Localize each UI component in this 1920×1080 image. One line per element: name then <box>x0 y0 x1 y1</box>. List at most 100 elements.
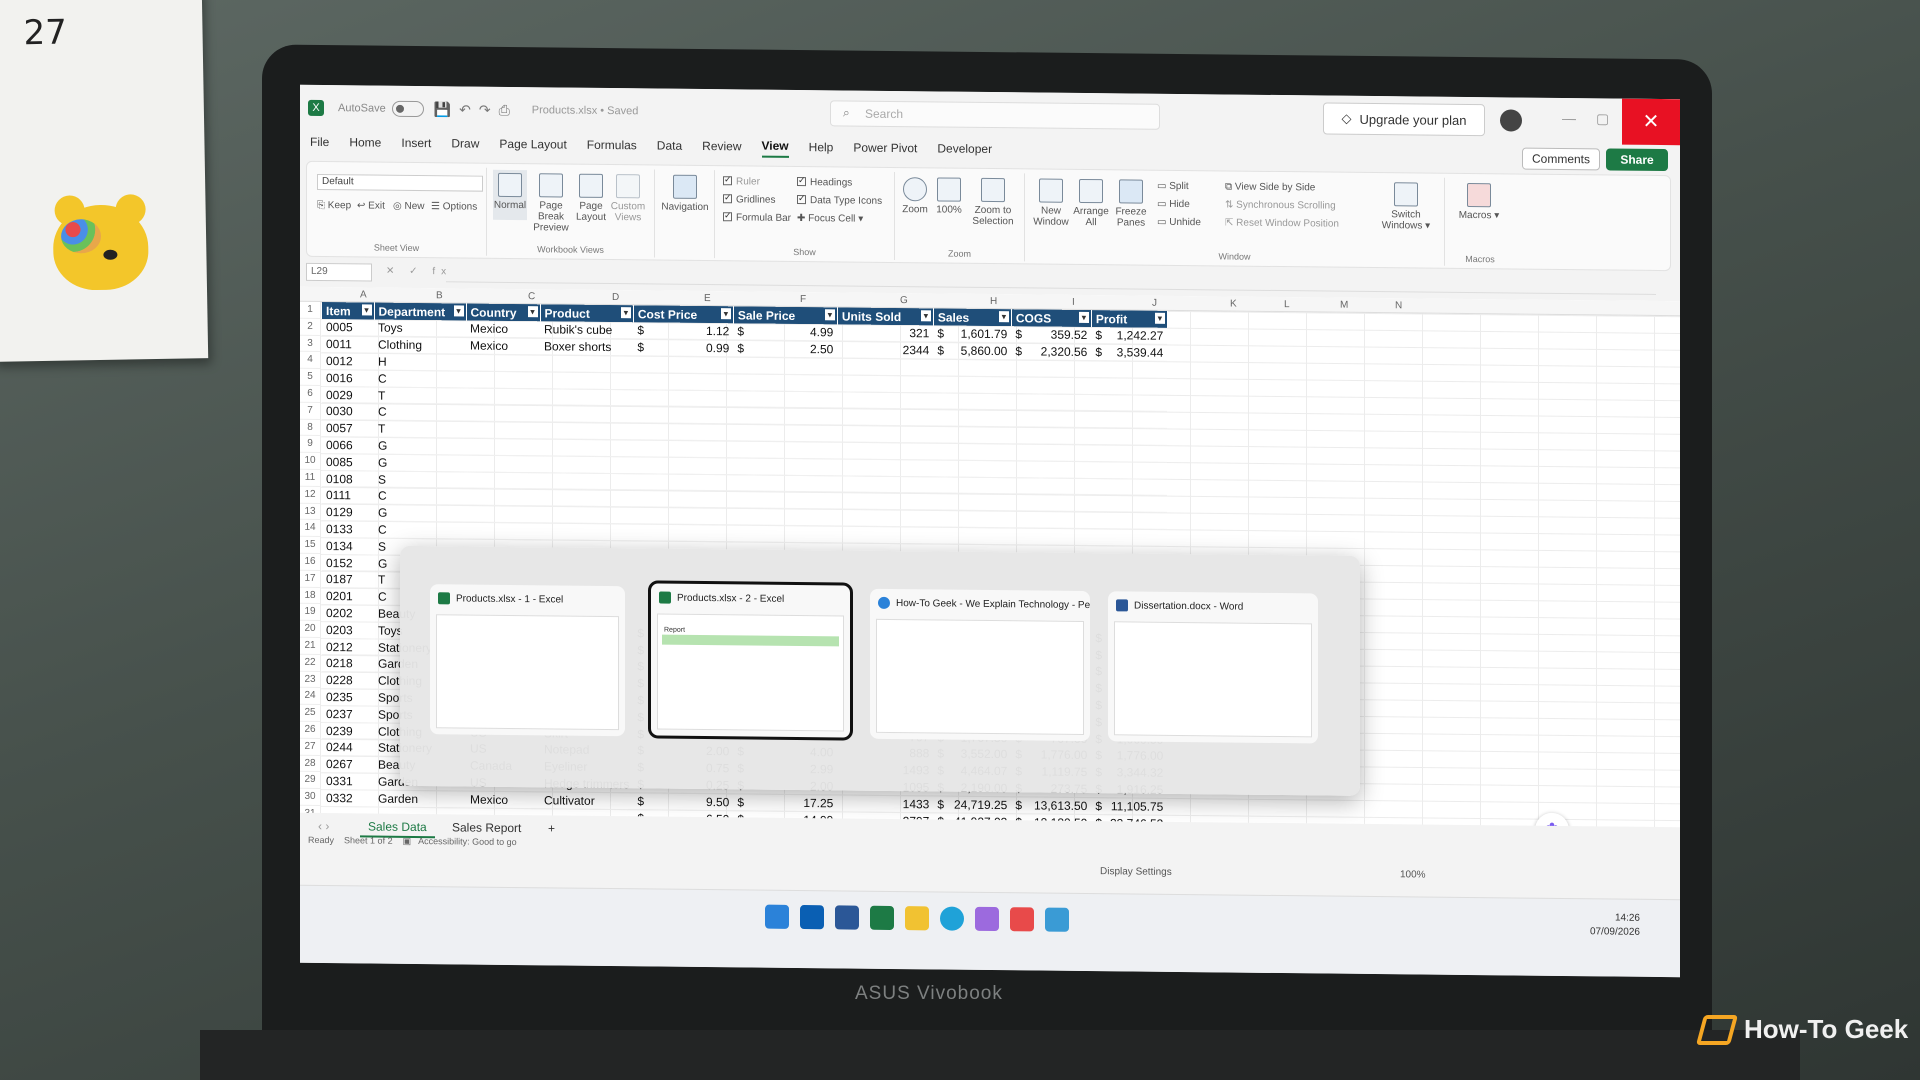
row-header[interactable]: 16 <box>300 553 320 571</box>
table-cell[interactable] <box>1091 511 1168 530</box>
header-cell[interactable]: Country <box>466 303 540 322</box>
table-cell[interactable] <box>837 441 934 460</box>
table-cell[interactable]: 0331 <box>322 772 374 790</box>
header-cell[interactable]: Item <box>322 302 374 320</box>
maximize-icon[interactable]: ▢ <box>1596 110 1609 127</box>
macros-button[interactable]: Macros ▾ <box>1455 182 1503 222</box>
table-cell[interactable]: 0237 <box>322 705 374 723</box>
row-header[interactable]: 6 <box>300 385 320 403</box>
table-cell[interactable]: $13,613.50 <box>1011 796 1092 815</box>
switcher-card-edge[interactable]: How-To Geek - We Explain Technology - Pe… <box>870 588 1090 742</box>
avatar[interactable] <box>1500 109 1522 132</box>
table-cell[interactable]: 2344 <box>837 341 934 360</box>
table-cell[interactable] <box>466 387 540 406</box>
table-cell[interactable] <box>633 355 734 374</box>
table-cell[interactable]: G <box>374 437 466 455</box>
table-cell[interactable]: $5,860.00 <box>933 342 1012 360</box>
table-cell[interactable] <box>540 438 634 457</box>
table-cell[interactable]: 0201 <box>322 587 374 606</box>
table-cell[interactable]: $9.50 <box>633 792 734 811</box>
row-header[interactable]: 24 <box>300 688 320 706</box>
comments-button[interactable]: Comments <box>1522 147 1600 171</box>
table-cell[interactable] <box>540 422 634 440</box>
table-cell[interactable]: $1,601.79 <box>933 325 1012 344</box>
table-cell[interactable]: $359.52 <box>1011 326 1092 344</box>
table-cell[interactable] <box>633 473 734 492</box>
table-cell[interactable] <box>837 525 934 544</box>
table-cell[interactable] <box>933 375 1012 394</box>
row-header[interactable]: 8 <box>300 419 320 437</box>
table-cell[interactable] <box>540 371 634 390</box>
table-cell[interactable]: 0111 <box>322 486 374 505</box>
column-header[interactable]: I <box>1072 297 1075 308</box>
table-cell[interactable] <box>1011 376 1092 395</box>
menu-view[interactable]: View <box>761 138 789 158</box>
table-cell[interactable] <box>466 505 540 523</box>
table-cell[interactable]: 0239 <box>322 722 374 740</box>
table-cell[interactable]: G <box>374 453 466 472</box>
table-cell[interactable]: Rubik's cube <box>540 321 634 340</box>
row-header[interactable]: 5 <box>300 368 320 386</box>
table-cell[interactable] <box>466 454 540 473</box>
store-icon[interactable] <box>975 906 999 932</box>
header-cell[interactable]: Profit <box>1091 310 1168 328</box>
arrange-all-button[interactable]: Arrange All <box>1073 178 1109 228</box>
table-cell[interactable] <box>933 459 1012 478</box>
table-cell[interactable]: Mexico <box>466 320 540 339</box>
table-cell[interactable]: 0134 <box>322 537 374 555</box>
table-cell[interactable] <box>933 392 1012 411</box>
table-cell[interactable] <box>933 442 1012 461</box>
table-cell[interactable] <box>633 389 734 408</box>
row-header[interactable]: 17 <box>300 570 320 588</box>
table-cell[interactable] <box>540 472 634 491</box>
table-cell[interactable] <box>1011 510 1092 529</box>
table-cell[interactable] <box>933 526 1012 545</box>
page-break-preview-button[interactable]: Page Break Preview <box>531 173 571 234</box>
table-cell[interactable] <box>466 471 540 490</box>
table-cell[interactable]: 321 <box>837 324 934 343</box>
table-cell[interactable] <box>633 406 734 425</box>
table-cell[interactable]: $11,105.75 <box>1091 797 1168 815</box>
zoom-to-selection-button[interactable]: Zoom to Selection <box>967 177 1019 228</box>
view-side-by-side-button[interactable]: ⧉ View Side by Side <box>1225 181 1315 193</box>
table-cell[interactable] <box>733 474 838 493</box>
menu-review[interactable]: Review <box>702 138 741 155</box>
table-cell[interactable] <box>1091 411 1168 429</box>
row-header[interactable]: 3 <box>300 335 320 353</box>
table-cell[interactable]: $3,539.44 <box>1091 343 1168 362</box>
table-cell[interactable] <box>733 524 838 543</box>
header-cell[interactable]: COGS <box>1011 309 1092 328</box>
table-cell[interactable] <box>933 409 1012 428</box>
column-header[interactable]: H <box>990 296 997 307</box>
share-button[interactable]: Share <box>1606 148 1668 172</box>
table-cell[interactable]: C <box>374 403 466 422</box>
row-header[interactable]: 11 <box>300 469 320 487</box>
row-header[interactable]: 30 <box>300 788 320 806</box>
snipping-tool-icon[interactable] <box>1045 907 1069 932</box>
row-header[interactable]: 7 <box>300 402 320 420</box>
table-cell[interactable] <box>1091 377 1168 396</box>
table-cell[interactable] <box>933 426 1012 444</box>
table-cell[interactable]: $1,242.27 <box>1091 327 1168 345</box>
column-header[interactable]: N <box>1395 300 1402 311</box>
upgrade-plan-button[interactable]: ◇ Upgrade your plan <box>1323 102 1485 137</box>
header-cell[interactable]: Sale Price <box>733 306 838 325</box>
menu-power-pivot[interactable]: Power Pivot <box>853 140 917 158</box>
new-window-button[interactable]: New Window <box>1033 178 1069 228</box>
row-header[interactable]: 25 <box>300 704 320 722</box>
table-cell[interactable] <box>466 370 540 389</box>
navigation-button[interactable]: Navigation <box>661 174 709 214</box>
table-cell[interactable]: Toys <box>374 319 466 338</box>
table-cell[interactable] <box>633 439 734 458</box>
split-button[interactable]: ▭ Split <box>1157 181 1189 192</box>
table-cell[interactable] <box>633 523 734 542</box>
table-cell[interactable]: 0085 <box>322 453 374 471</box>
table-cell[interactable] <box>1011 359 1092 378</box>
table-cell[interactable] <box>633 423 734 441</box>
table-cell[interactable] <box>1091 528 1168 547</box>
table-cell[interactable]: G <box>374 504 466 523</box>
table-cell[interactable] <box>540 354 634 373</box>
table-cell[interactable]: $24,719.25 <box>933 795 1012 814</box>
file-name[interactable]: Products.xlsx • Saved <box>532 104 639 117</box>
table-cell[interactable] <box>933 510 1012 528</box>
